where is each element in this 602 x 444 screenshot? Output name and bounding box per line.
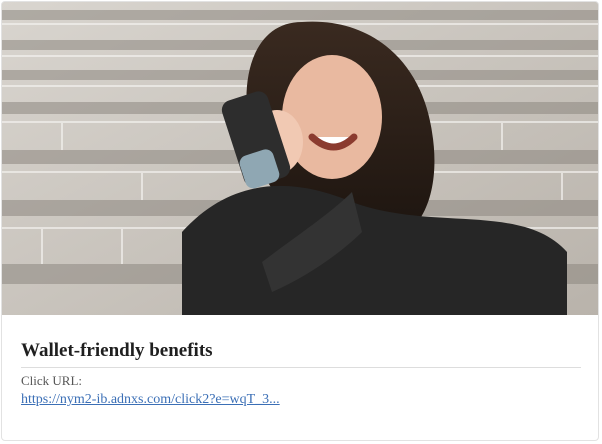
ad-card[interactable]: Wallet-friendly benefits Click URL: http…: [1, 1, 599, 441]
hero-photo: [2, 2, 598, 315]
click-url-label: Click URL:: [21, 373, 83, 388]
card-body: Wallet-friendly benefits Click URL: http…: [2, 315, 598, 440]
hero-image[interactable]: [2, 2, 598, 315]
ad-title[interactable]: Wallet-friendly benefits: [21, 340, 581, 368]
click-url-link[interactable]: https://nym2-ib.adnxs.com/click2?e=wqT_3…: [21, 392, 280, 408]
